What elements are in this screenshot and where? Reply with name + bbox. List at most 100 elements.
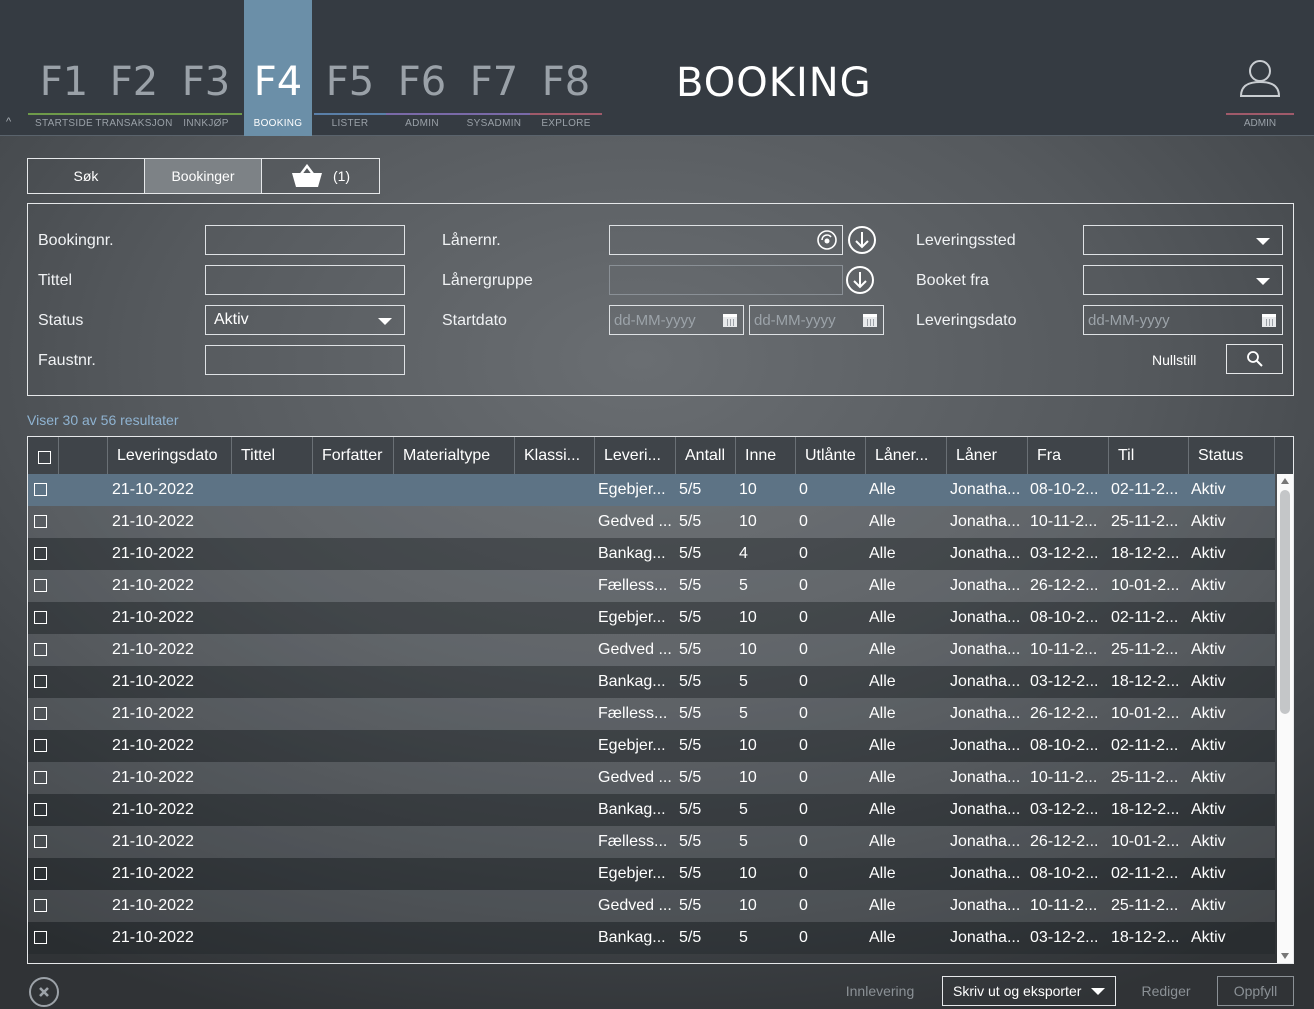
search-button[interactable] [1226, 344, 1283, 374]
column-header[interactable]: Status [1189, 437, 1275, 474]
table-row[interactable]: 21-10-2022 Fælless... 5/5 5 0 Alle Jonatha... 2… [28, 826, 1275, 858]
row-checkbox[interactable] [34, 739, 47, 752]
reset-button[interactable]: Nullstill [1152, 352, 1196, 368]
scroll-down-icon[interactable] [1281, 953, 1289, 959]
leveringsdato-input[interactable]: dd-MM-yyyy [1083, 305, 1283, 335]
column-header[interactable]: Leveringsdato [108, 437, 232, 474]
oppfyll-button[interactable]: Oppfyll [1217, 976, 1294, 1006]
vertical-scrollbar[interactable] [1277, 474, 1293, 963]
lanergruppe-input[interactable] [609, 265, 843, 295]
row-checkbox[interactable] [34, 675, 47, 688]
nav-f7[interactable]: F7 SYSADMIN [458, 0, 530, 136]
close-button[interactable] [29, 977, 59, 1007]
booket-fra-select[interactable] [1083, 265, 1283, 295]
nav-f2[interactable]: F2 TRANSAKSJON [95, 0, 172, 136]
startdato-from-input[interactable]: dd-MM-yyyy [609, 305, 744, 335]
row-checkbox[interactable] [34, 611, 47, 624]
table-cell: 03-12-2... [1030, 545, 1099, 562]
nav-key-number: F8 [541, 59, 591, 105]
column-header[interactable]: Forfatter [313, 437, 394, 474]
rediger-button[interactable]: Rediger [1136, 976, 1196, 1006]
select-all-checkbox[interactable] [38, 451, 51, 464]
table-row[interactable]: 21-10-2022 Fælless... 5/5 5 0 Alle Jonatha... 2… [28, 698, 1275, 730]
table-cell: Jonatha... [950, 641, 1021, 658]
table-row[interactable]: 21-10-2022 Bankag... 5/5 5 0 Alle Jonatha... 03… [28, 794, 1275, 826]
scroll-up-icon[interactable] [1281, 478, 1289, 484]
scrollbar-thumb[interactable] [1280, 490, 1290, 714]
table-row[interactable]: 21-10-2022 Bankag... 5/5 5 0 Alle Jonatha... 03… [28, 922, 1275, 954]
admin-user-button[interactable]: ADMIN [1226, 0, 1294, 136]
nav-f1[interactable]: F1 STARTSIDE [28, 0, 100, 136]
nav-f5[interactable]: F5 LISTER [314, 0, 386, 136]
column-header[interactable]: Låner... [866, 437, 947, 474]
row-checkbox[interactable] [34, 515, 47, 528]
lanernr-fetch-button[interactable] [848, 226, 876, 254]
lanergruppe-fetch-button[interactable] [846, 266, 874, 294]
row-checkbox[interactable] [34, 899, 47, 912]
table-row[interactable]: 21-10-2022 Egebjer... 5/5 10 0 Alle Jonatha...… [28, 474, 1275, 506]
status-select[interactable]: Aktiv [205, 305, 405, 335]
nav-f8[interactable]: F8 EXPLORE [530, 0, 602, 136]
table-row[interactable]: 21-10-2022 Gedved ... 5/5 10 0 Alle Jonatha...… [28, 890, 1275, 922]
table-row[interactable]: 21-10-2022 Egebjer... 5/5 10 0 Alle Jonatha...… [28, 730, 1275, 762]
row-checkbox[interactable] [34, 803, 47, 816]
row-checkbox[interactable] [34, 643, 47, 656]
lanernr-input[interactable] [609, 225, 843, 255]
table-row[interactable]: 21-10-2022 Gedved ... 5/5 10 0 Alle Jonatha...… [28, 506, 1275, 538]
table-row[interactable]: 21-10-2022 Egebjer... 5/5 10 0 Alle Jonatha...… [28, 602, 1275, 634]
column-header[interactable]: Inne [736, 437, 796, 474]
table-cell: 5 [739, 833, 748, 850]
startdato-to-input[interactable]: dd-MM-yyyy [749, 305, 884, 335]
row-checkbox[interactable] [34, 547, 47, 560]
row-checkbox[interactable] [34, 835, 47, 848]
row-checkbox[interactable] [34, 931, 47, 944]
table-cell: 03-12-2... [1030, 929, 1099, 946]
tittel-input[interactable] [205, 265, 405, 295]
column-header[interactable]: Utlånte [796, 437, 866, 474]
calendar-icon[interactable] [1262, 314, 1276, 327]
column-header[interactable]: Til [1109, 437, 1189, 474]
column-header[interactable]: Tittel [232, 437, 313, 474]
table-cell: Aktiv [1191, 641, 1226, 658]
column-header[interactable]: Låner [947, 437, 1028, 474]
column-header[interactable]: Leveri... [595, 437, 676, 474]
row-checkbox[interactable] [34, 867, 47, 880]
row-checkbox[interactable] [34, 579, 47, 592]
table-cell: 10 [739, 737, 757, 754]
table-cell: 0 [799, 833, 808, 850]
table-row[interactable]: 21-10-2022 Gedved ... 5/5 10 0 Alle Jonatha...… [28, 634, 1275, 666]
column-header[interactable]: Antall [676, 437, 736, 474]
nav-f4[interactable]: F4 BOOKING [244, 0, 312, 136]
table-row[interactable]: 21-10-2022 Bankag... 5/5 5 0 Alle Jonatha... 03… [28, 666, 1275, 698]
calendar-icon[interactable] [863, 314, 877, 327]
faustnr-input[interactable] [205, 345, 405, 375]
row-checkbox[interactable] [34, 771, 47, 784]
table-cell: Aktiv [1191, 833, 1226, 850]
tab-bookings[interactable]: Bookinger [145, 159, 262, 193]
tab-search[interactable]: Søk [28, 159, 145, 193]
row-checkbox[interactable] [34, 483, 47, 496]
row-checkbox[interactable] [34, 707, 47, 720]
table-row[interactable]: 21-10-2022 Gedved ... 5/5 10 0 Alle Jonatha...… [28, 762, 1275, 794]
innlevering-button[interactable]: Innlevering [840, 976, 920, 1006]
table-cell: 5/5 [679, 577, 702, 594]
table-row[interactable]: 21-10-2022 Bankag... 5/5 4 0 Alle Jonatha... 03… [28, 538, 1275, 570]
table-row[interactable]: 21-10-2022 Fælless... 5/5 5 0 Alle Jonatha... 2… [28, 570, 1275, 602]
bookingnr-input[interactable] [205, 225, 405, 255]
nav-f6[interactable]: F6 ADMIN [386, 0, 458, 136]
search-form: Bookingnr. Tittel Status Aktiv Faustnr. … [27, 203, 1294, 396]
column-header[interactable]: Fra [1028, 437, 1109, 474]
table-row[interactable]: 21-10-2022 Egebjer... 5/5 10 0 Alle Jonatha...… [28, 858, 1275, 890]
print-export-button[interactable]: Skriv ut og eksporter [942, 976, 1116, 1006]
table-cell: 10 [739, 641, 757, 658]
nav-f3[interactable]: F3 INNKJØP [170, 0, 242, 136]
collapse-chevron-icon[interactable]: ^ [6, 116, 11, 128]
lanernr-label: Lånernr. [442, 232, 501, 249]
column-header[interactable]: Klassi... [515, 437, 595, 474]
table-cell: 21-10-2022 [112, 705, 194, 722]
leveringssted-select[interactable] [1083, 225, 1283, 255]
calendar-icon[interactable] [723, 314, 737, 327]
column-header[interactable]: Materialtype [394, 437, 515, 474]
tab-basket[interactable]: (1) [262, 159, 379, 193]
card-reader-icon[interactable] [816, 229, 838, 251]
